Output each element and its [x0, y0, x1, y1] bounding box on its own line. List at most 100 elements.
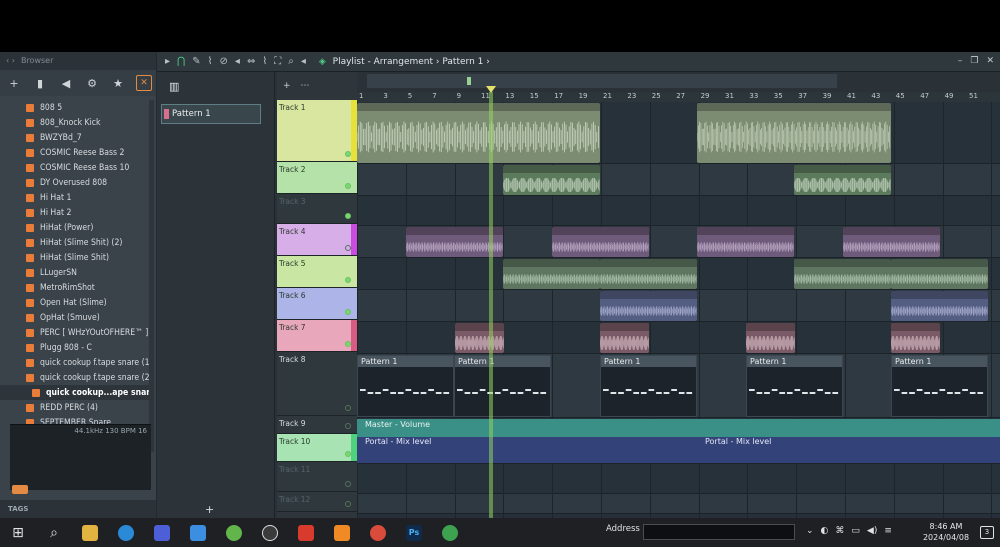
browser-item[interactable]: MetroRimShot [0, 280, 151, 295]
browser-item[interactable]: Hi Hat 1 [0, 190, 151, 205]
pattern-clip[interactable]: Pattern 1 [891, 355, 988, 417]
clip-header[interactable] [891, 323, 940, 331]
speaker-icon[interactable]: ◀ [58, 77, 74, 90]
track-enable-led[interactable] [345, 183, 351, 189]
select-tool-icon[interactable]: ⛶ [274, 56, 281, 67]
address-input[interactable] [643, 524, 795, 540]
audio-clip[interactable] [697, 227, 794, 257]
browser-item[interactable]: 808 5 [0, 100, 151, 115]
clip-header[interactable] [600, 323, 649, 331]
track-lane[interactable] [357, 464, 1000, 494]
minimize-icon[interactable]: – [958, 56, 963, 66]
clip-header[interactable] [503, 165, 600, 173]
browser-item[interactable]: PERC [ WHzYOutOFHERE™ ] [0, 325, 151, 340]
browser-item[interactable]: Open Hat (Slime) [0, 295, 151, 310]
magnet-icon[interactable]: ⋂ [177, 56, 185, 67]
clip-header[interactable] [794, 259, 891, 267]
song-overview-scrollbar[interactable] [367, 74, 837, 88]
pattern-clip[interactable]: Pattern 1 [746, 355, 843, 417]
slice-tool-icon[interactable]: ⌇ [262, 56, 267, 67]
browser-item[interactable]: LLugerSN [0, 265, 151, 280]
track-header[interactable]: Track 1 [277, 100, 357, 162]
pattern-clip[interactable]: Pattern 1 [454, 355, 551, 417]
obs-icon[interactable] [252, 518, 288, 547]
browser-nav-icon[interactable]: ‹ › [6, 52, 15, 70]
audio-clip[interactable] [503, 259, 600, 289]
track-tools-icon[interactable]: ⋯ [301, 81, 310, 91]
restore-icon[interactable]: ❐ [970, 56, 978, 66]
browser-item[interactable]: HiHat (Power) [0, 220, 151, 235]
automation-clip-portal[interactable]: Portal - Mix level [357, 437, 697, 463]
track-header[interactable]: Track 3 [277, 194, 357, 224]
acrobat-icon[interactable] [288, 518, 324, 547]
clip-header[interactable] [600, 259, 697, 267]
notification-icon[interactable]: 3 [980, 526, 994, 539]
search-icon[interactable]: ⌕ [36, 518, 72, 547]
add-pattern-icon[interactable]: + [205, 503, 214, 516]
network-icon[interactable]: ⌘ [835, 526, 844, 536]
track-lane[interactable] [357, 164, 1000, 196]
audio-clip[interactable] [600, 291, 697, 321]
track-enable-led[interactable] [345, 277, 351, 283]
star-icon[interactable]: ★ [110, 77, 126, 90]
overview-position[interactable] [467, 77, 471, 85]
browser-item[interactable]: COSMIC Reese Bass 2 [0, 145, 151, 160]
pattern-clip[interactable]: Pattern 1 [600, 355, 697, 417]
browser-item[interactable]: quick cookup f.tape snare (1) [0, 355, 151, 370]
paint-tool-icon[interactable]: ⌇ [208, 56, 213, 67]
clip-header[interactable] [600, 291, 697, 299]
clip-header[interactable] [503, 259, 600, 267]
playhead[interactable] [489, 92, 493, 518]
audio-clip[interactable] [552, 227, 649, 257]
tray-chevron-icon[interactable]: ⌄ [806, 526, 814, 536]
track-enable-led[interactable] [345, 213, 351, 219]
automation-clip-portal[interactable]: Portal - Mix level [697, 437, 1000, 463]
browser-scrollbar[interactable] [149, 100, 154, 452]
close-icon[interactable]: ✕ [136, 75, 152, 91]
battery-icon[interactable]: ▭ [851, 526, 860, 536]
store-icon[interactable] [144, 518, 180, 547]
clip-header[interactable] [697, 227, 794, 235]
clip-header[interactable] [891, 291, 988, 299]
track-header[interactable]: Track 2 [277, 162, 357, 194]
clip-header[interactable] [794, 165, 891, 173]
clip-header[interactable] [455, 323, 504, 331]
edge-icon[interactable] [108, 518, 144, 547]
clip-header[interactable] [891, 259, 988, 267]
audio-clip[interactable] [503, 165, 600, 195]
audio-clip[interactable] [697, 103, 891, 163]
track-header[interactable]: Track 6 [277, 288, 357, 320]
browser-item[interactable]: REDD PERC (4) [0, 400, 151, 415]
browser-item[interactable]: OpHat (Smuve) [0, 310, 151, 325]
audio-clip[interactable] [746, 323, 795, 353]
audio-clip[interactable] [600, 259, 697, 289]
file-explorer-icon[interactable] [72, 518, 108, 547]
preview-play-button[interactable] [12, 485, 28, 494]
track-header[interactable]: Track 7 [277, 320, 357, 352]
track-enable-led[interactable] [345, 405, 351, 411]
clip-header[interactable] [746, 323, 795, 331]
mute-tool-icon[interactable]: ◂ [235, 56, 240, 67]
add-icon[interactable]: + [6, 77, 22, 90]
audio-clip[interactable] [891, 259, 988, 289]
audio-clip[interactable] [891, 291, 988, 321]
browser-item[interactable]: Hi Hat 2 [0, 205, 151, 220]
plugin-icon[interactable]: ⚙ [84, 77, 100, 90]
language-icon[interactable]: ≡ [884, 526, 892, 536]
chrome-2-icon[interactable] [432, 518, 468, 547]
zoom-tool-icon[interactable]: ⌕ [288, 56, 294, 67]
start-icon[interactable]: ⊞ [0, 518, 36, 547]
track-enable-led[interactable] [345, 481, 351, 487]
track-header[interactable]: Track 9 [277, 416, 357, 434]
track-lane[interactable] [357, 494, 1000, 514]
pattern-picker-item[interactable]: Pattern 1 [161, 104, 261, 124]
browser-item[interactable]: BWZYBd_7 [0, 130, 151, 145]
audio-clip[interactable] [357, 103, 600, 163]
pattern-clip[interactable]: Pattern 1 [357, 355, 454, 417]
browser-item[interactable]: DY Overused 808 [0, 175, 151, 190]
close-window-icon[interactable]: ✕ [986, 56, 994, 66]
picker-piano-icon[interactable]: ▥ [157, 72, 274, 100]
track-header[interactable]: Track 11 [277, 462, 357, 492]
fl-studio-icon[interactable] [324, 518, 360, 547]
track-header[interactable]: Track 5 [277, 256, 357, 288]
